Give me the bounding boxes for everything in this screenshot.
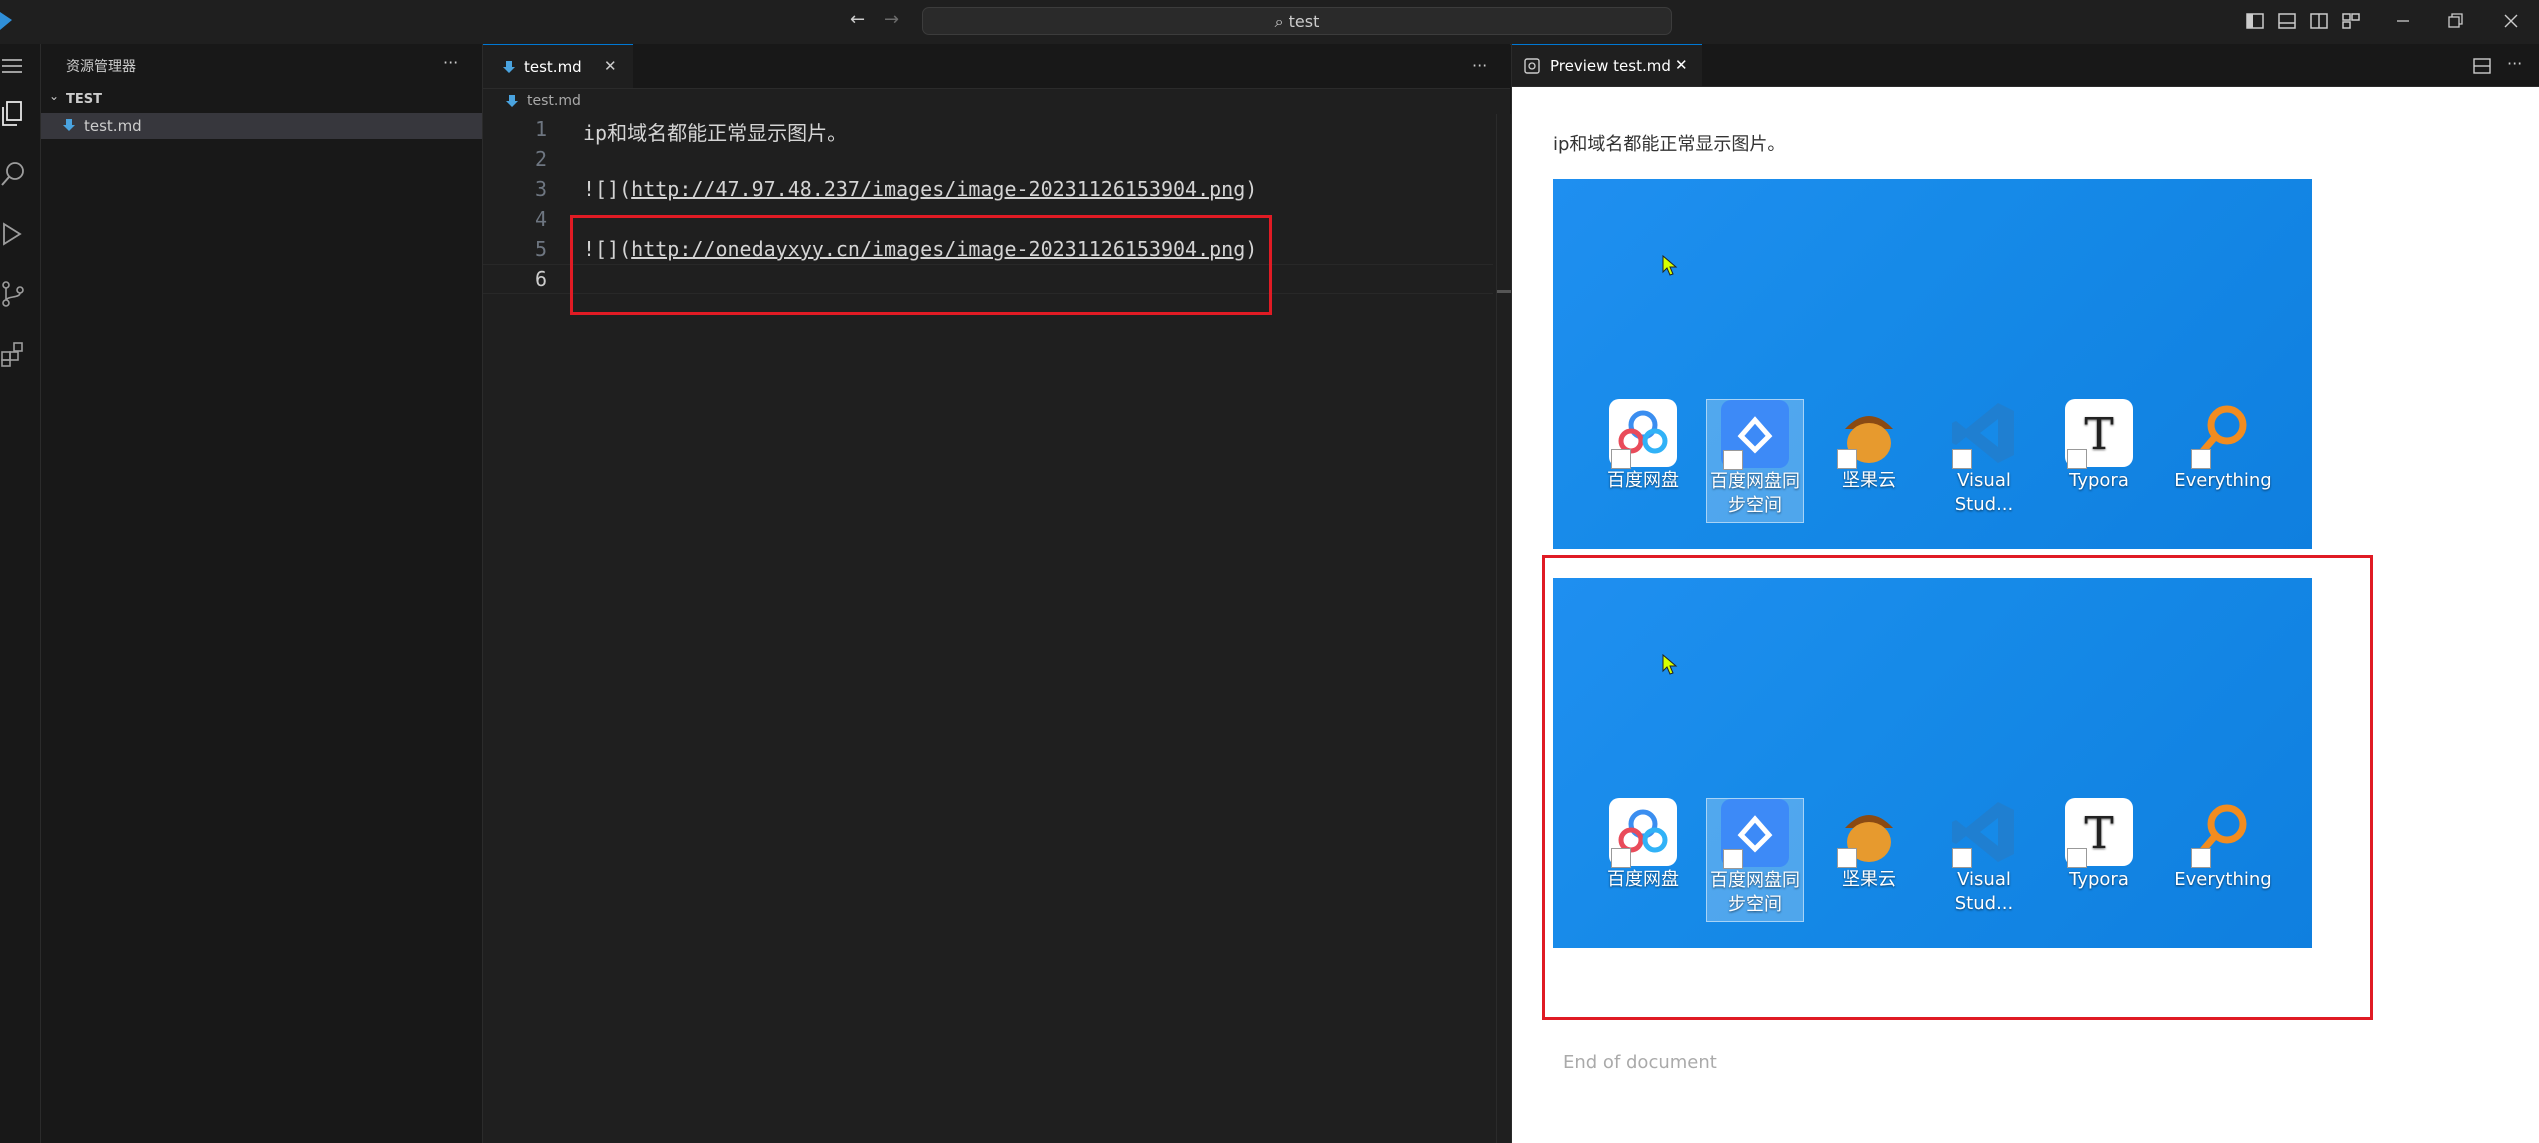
explorer-more-button[interactable]: ··· [443, 53, 458, 72]
line-number: 1 [534, 117, 547, 141]
vscode-logo-icon[interactable] [0, 10, 14, 32]
code-line: 3 ![](http://47.97.48.237/images/image-2… [483, 174, 1493, 204]
search-text: test [1288, 12, 1320, 31]
extensions-icon[interactable] [0, 340, 28, 368]
mouse-cursor-icon [1662, 254, 1678, 276]
preview-tab-bar: Preview test.md ✕ ··· [1512, 44, 2539, 87]
line-number: 2 [534, 147, 547, 171]
preview-more-button[interactable]: ··· [2507, 54, 2522, 73]
tab-close-icon[interactable]: ✕ [604, 57, 617, 75]
line-text: ip和域名都能正常显示图片。 [583, 121, 848, 145]
svg-text:T: T [2084, 409, 2113, 460]
activity-bar [0, 44, 41, 1143]
line-number: 6 [534, 267, 547, 291]
code-line: 2 [483, 144, 1493, 174]
tab-label: Preview test.md [1550, 57, 1671, 75]
command-search-box[interactable]: ⌕ test [922, 7, 1672, 35]
markdown-file-icon [63, 119, 75, 131]
preview-icon [1524, 58, 1540, 74]
line-number: 4 [534, 207, 547, 231]
run-debug-icon[interactable] [0, 220, 28, 248]
scrollbar-cursor-marker [1497, 290, 1511, 293]
code-prefix: ![]( [583, 177, 632, 201]
source-control-icon[interactable] [0, 280, 28, 308]
folder-name: TEST [66, 92, 102, 107]
file-test-md[interactable]: test.md [41, 113, 482, 139]
explorer-title: 资源管理器 [66, 59, 136, 75]
search-view-icon[interactable] [0, 160, 28, 188]
toggle-panel-icon[interactable] [2278, 12, 2296, 30]
chevron-down-icon: ⌄ [49, 89, 60, 103]
desktop-icon-everything: Everything [2166, 399, 2280, 493]
code-suffix: ) [1245, 177, 1258, 201]
desktop-icon-baidu-netdisk: 百度网盘 [1595, 399, 1691, 493]
back-arrow-icon[interactable]: ← [850, 9, 865, 30]
desktop-icon-visual-studio: Visual Stud... [1936, 399, 2032, 517]
minimize-icon[interactable] [2394, 12, 2412, 30]
explorer-icon[interactable] [0, 100, 28, 128]
code-line: 1 ip和域名都能正常显示图片。 [483, 114, 1493, 145]
close-window-icon[interactable] [2502, 12, 2520, 30]
tab-close-icon[interactable]: ✕ [1675, 56, 1688, 74]
end-of-document: End of document [1563, 1052, 1717, 1073]
split-editor-icon[interactable] [2473, 57, 2491, 75]
search-icon: ⌕ [1274, 12, 1284, 31]
breadcrumb-file: test.md [527, 93, 581, 109]
tab-label: test.md [524, 58, 582, 76]
line-number: 3 [534, 177, 547, 201]
toggle-secondary-sidebar-icon[interactable] [2310, 12, 2328, 30]
desktop-icon-jianguoyun: 坚果云 [1821, 399, 1917, 493]
file-name: test.md [84, 117, 142, 135]
tab-preview-test-md[interactable]: Preview test.md ✕ [1512, 44, 1702, 86]
tab-test-md[interactable]: test.md ✕ [483, 44, 633, 88]
toggle-primary-sidebar-icon[interactable] [2246, 12, 2264, 30]
preview-panel: Preview test.md ✕ ··· ip和域名都能正常显示图片。 百度网… [1511, 44, 2539, 1143]
explorer-panel: 资源管理器 ··· ⌄ TEST test.md [41, 44, 483, 1143]
line-number: 5 [534, 237, 547, 261]
markdown-file-icon [506, 95, 518, 107]
editor-scrollbar[interactable] [1496, 114, 1511, 1143]
highlight-box [1542, 555, 2373, 1020]
desktop-icon-baidu-sync: 百度网盘同 步空间 [1706, 399, 1804, 523]
editor-tab-bar: test.md ✕ ··· [483, 44, 1510, 89]
folder-test[interactable]: ⌄ TEST [41, 89, 482, 111]
title-bar: ← → ⌕ test [0, 0, 2539, 45]
restore-icon[interactable] [2446, 12, 2464, 30]
image-url-link[interactable]: http://47.97.48.237/images/image-2023112… [631, 177, 1245, 201]
editor-more-button[interactable]: ··· [1472, 56, 1487, 75]
menu-icon[interactable] [0, 54, 28, 82]
customize-layout-icon[interactable] [2342, 12, 2360, 30]
editor-group: test.md ✕ ··· test.md 1 ip和域名都能正常显示图片。 2… [483, 44, 1511, 1143]
desktop-screenshot-image: 百度网盘 百度网盘同 步空间 坚果云 Visual Stud... T Typo… [1553, 179, 2312, 549]
forward-arrow-icon[interactable]: → [884, 9, 899, 30]
markdown-file-icon [503, 61, 515, 73]
desktop-icon-typora: T Typora [2051, 399, 2147, 493]
highlight-box [570, 215, 1272, 315]
preview-paragraph: ip和域名都能正常显示图片。 [1553, 134, 1786, 155]
